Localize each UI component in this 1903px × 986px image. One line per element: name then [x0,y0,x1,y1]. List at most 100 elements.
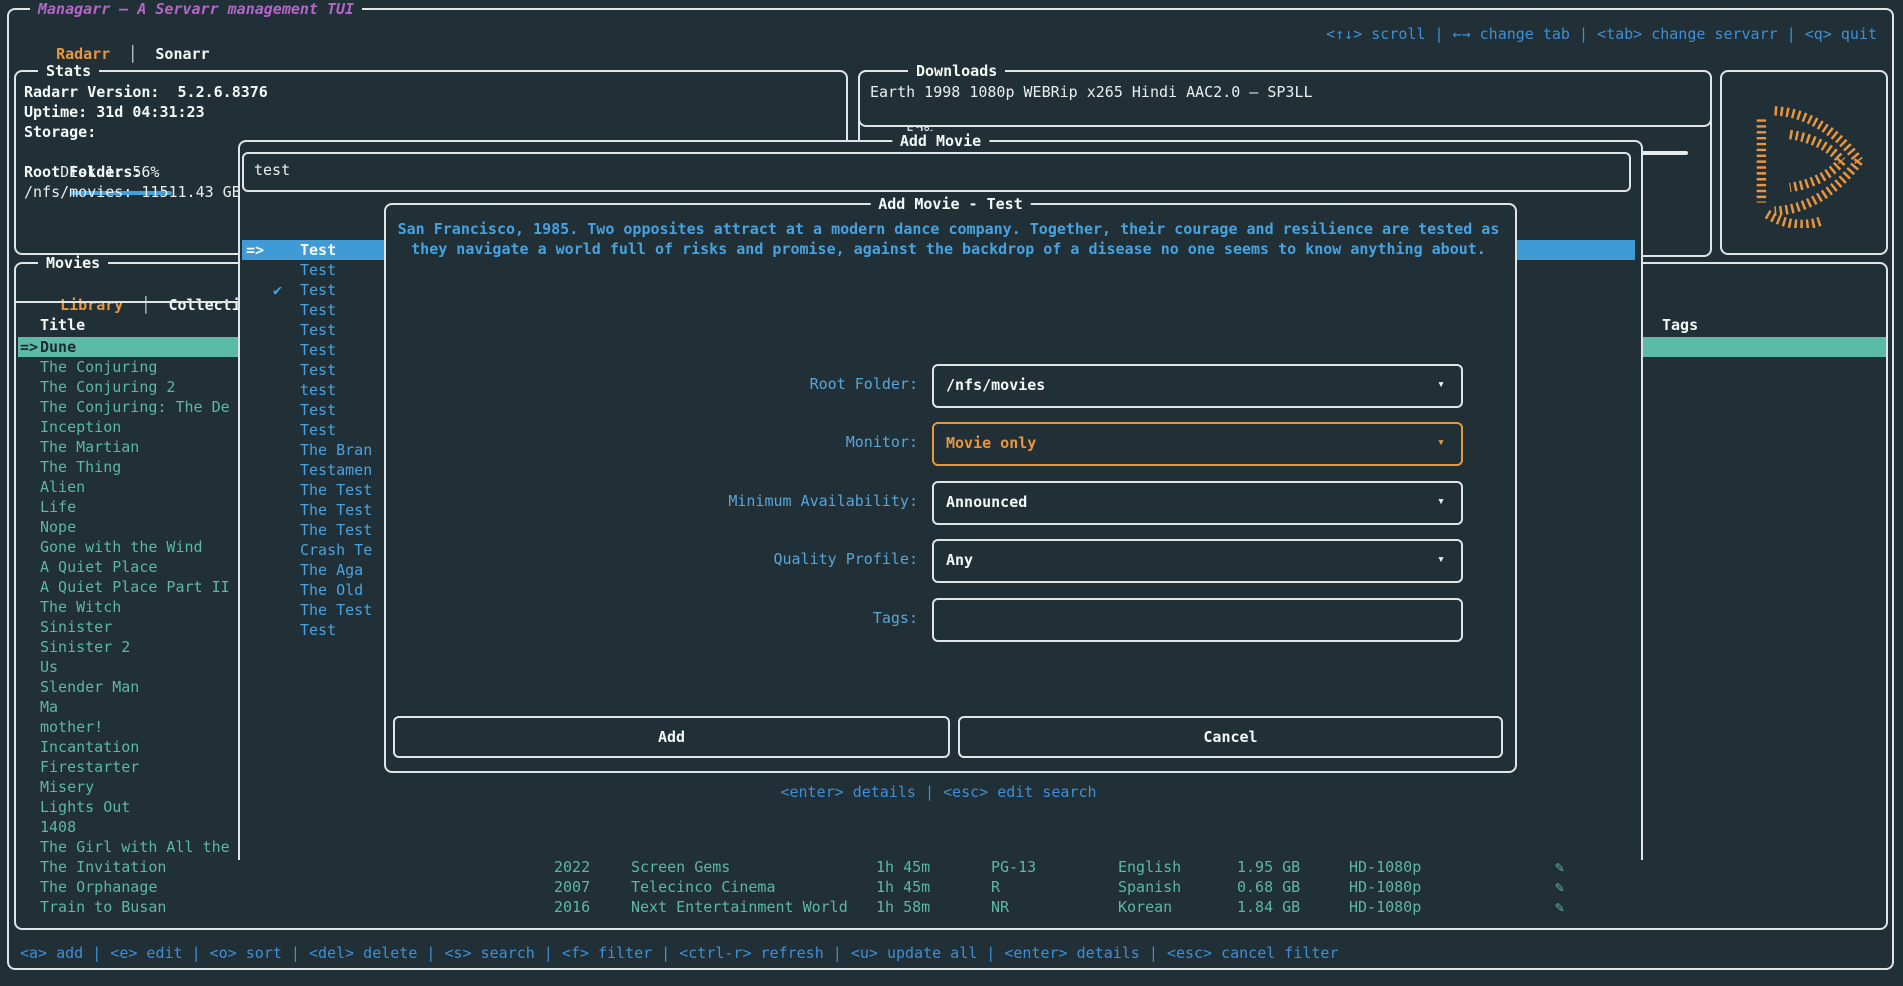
field-value: /nfs/movies [946,375,1045,395]
tags-input[interactable] [932,598,1463,642]
cell-runtime: 1h 45m [876,877,930,897]
dropdown-quality-profile[interactable]: Any ▾ [932,539,1463,583]
field-label: Minimum Availability: [386,491,918,511]
result-title: Test [300,420,380,440]
selected-result-marker: => [246,240,264,260]
downloads-panel: Downloads Earth 1998 1080p WEBRip x265 H… [858,70,1712,127]
pencil-icon: ✎ [1555,877,1564,897]
result-title: Test [300,360,380,380]
movie-title-text: Dune [40,337,240,357]
result-title-text: Test [300,300,380,320]
result-title-text: The Test [300,600,380,620]
result-title-text: Test [300,240,380,260]
cell-studio: Next Entertainment World [631,897,848,917]
stats-rootfolders-label: Root Folders: [24,162,141,182]
result-title: The Test [300,500,380,520]
movie-title: The Martian [40,437,240,457]
movie-title: Train to Busan [40,897,240,917]
movie-title: A Quiet Place [40,557,240,577]
pencil-icon: ✎ [1555,897,1564,917]
result-title-text: The Bran [300,440,380,460]
movie-title: The Invitation [40,857,240,877]
movie-title-text: The Thing [40,457,240,477]
stats-rootfolder-value: /nfs/movies: 11511.43 GB [24,182,241,202]
movie-title-text: The Witch [40,597,240,617]
result-title-text: Test [300,620,380,640]
movie-title-text: A Quiet Place [40,557,240,577]
cell-studio: Telecinco Cinema [631,877,776,897]
movie-title: Ma [40,697,240,717]
movie-title-text: Life [40,497,240,517]
result-title: Test [300,620,380,640]
movie-title-text: Sinister 2 [40,637,240,657]
cell-quality: HD-1080p [1349,877,1421,897]
cell-quality: HD-1080p [1349,857,1421,877]
stats-uptime: Uptime: 31d 04:31:23 [24,102,205,122]
field-label: Monitor: [386,432,918,452]
result-title: test [300,380,380,400]
cancel-button[interactable]: Cancel [958,716,1503,758]
movie-title: mother! [40,717,240,737]
library-row[interactable]: Train to Busan 2016 Next Entertainment Wor… [18,897,1886,917]
result-title: The Bran [300,440,380,460]
movie-title-text: Sinister [40,617,240,637]
movie-title: 1408 [40,817,240,837]
download-item: Earth 1998 1080p WEBRip x265 Hindi AAC2.… [870,82,1313,102]
result-title-text: Test [300,280,380,300]
cell-size: 0.68 GB [1237,877,1300,897]
library-row[interactable]: The Orphanage2007Telecinco Cinema1h 45mR… [18,877,1886,897]
result-title: Test [300,260,380,280]
tab-sonarr[interactable]: Sonarr [155,45,209,63]
library-row[interactable]: The Invitation2022Screen Gems1h 45mPG-13… [18,857,1886,877]
dropdown-monitor[interactable]: Movie only▾ [932,422,1463,466]
field-value: Announced [946,492,1027,512]
movie-title-text: Us [40,657,240,677]
movie-title: Us [40,657,240,677]
cell-language: Korean [1118,897,1172,917]
movie-title: Firestarter [40,757,240,777]
selected-row-marker: => [20,337,38,357]
dropdown-root-folder[interactable]: /nfs/movies▾ [932,364,1463,408]
pencil-icon: ✎ [1555,857,1564,877]
cell-year: 2016 [554,897,590,917]
popup-keybind-hints: <enter> details | <esc> edit search [240,782,1637,802]
field-value: Any [946,550,973,570]
result-title-text: The Test [300,480,380,500]
movie-title-text: Inception [40,417,240,437]
movie-title: The Conjuring [40,357,240,377]
chevron-down-icon: ▾ [1437,550,1445,570]
top-keybind-hints: <↑↓> scroll | ←→ change tab | <tab> chan… [1326,24,1877,44]
field-value: Movie only [946,433,1036,453]
dropdown-minimum-availability[interactable]: Announced ▾ [932,481,1463,525]
movie-title-text: The Conjuring: The De [40,397,240,417]
result-title-text: Test [300,360,380,380]
result-title: Test [300,320,380,340]
result-title-text: Test [300,260,380,280]
field-label: Root Folder: [386,374,918,394]
movie-title-text: Incantation [40,737,240,757]
cell-studio: Screen Gems [631,857,730,877]
movie-title: The Thing [40,457,240,477]
movie-title: Incantation [40,737,240,757]
tab-radarr[interactable]: Radarr [56,45,110,63]
add-button[interactable]: Add [393,716,950,758]
cell-runtime: 1h 45m [876,857,930,877]
movie-title: The Girl with All the [40,837,240,857]
result-title-text: Crash Te [300,540,380,560]
movie-title: A Quiet Place Part II [40,577,240,597]
cell-year: 2007 [554,877,590,897]
movie-title-text: Misery [40,777,240,797]
chevron-down-icon: ▾ [1437,492,1445,512]
movie-title: Slender Man [40,677,240,697]
movie-title-text: Ma [40,697,240,717]
field-label: Quality Profile: [386,549,918,569]
tab-divider: │ [110,45,155,63]
movie-title: Misery [40,777,240,797]
movie-title: Alien [40,477,240,497]
movie-title-text: The Girl with All the [40,837,240,857]
result-title: Test [300,280,380,300]
result-title: Crash Te [300,540,380,560]
result-title-text: The Old [300,580,380,600]
movie-title: Life [40,497,240,517]
movie-title-text: The Orphanage [40,877,240,897]
